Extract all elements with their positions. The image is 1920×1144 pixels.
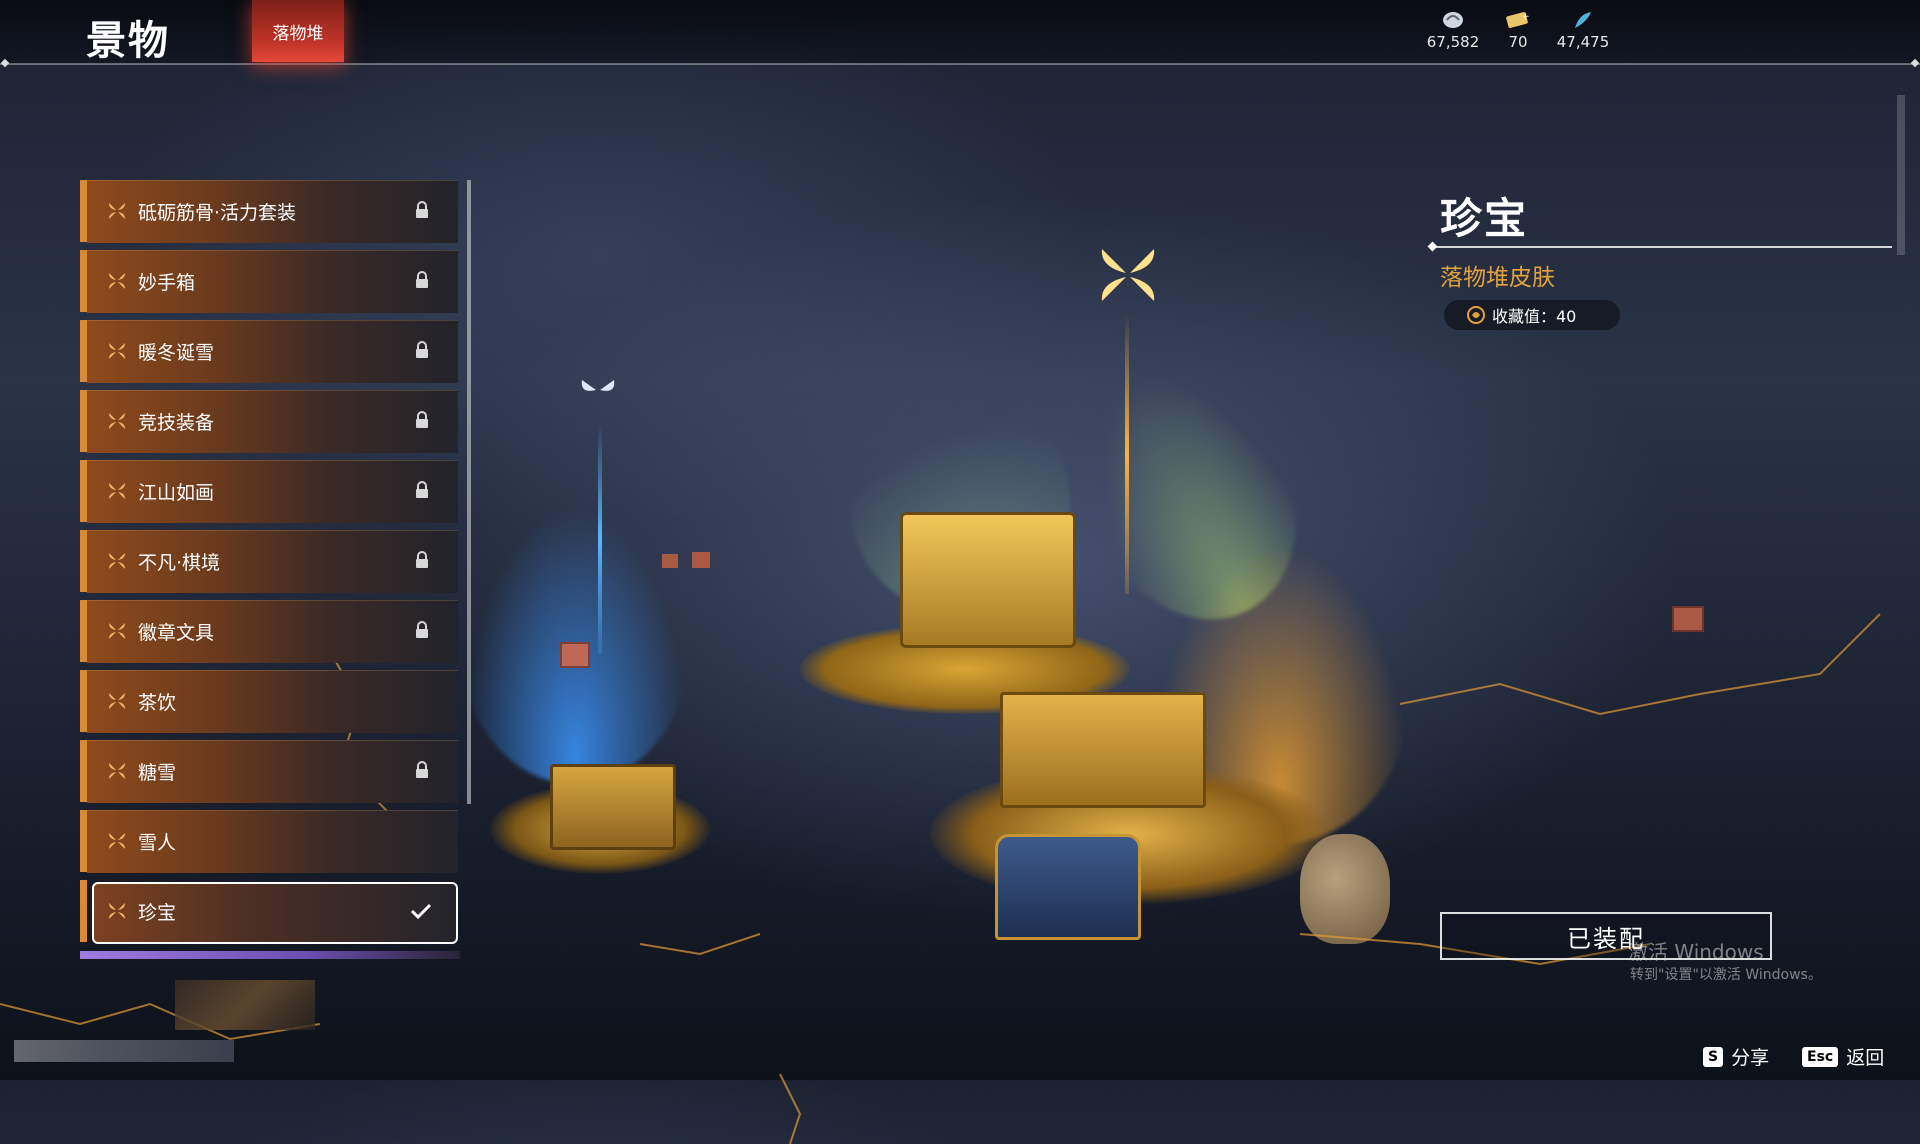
feather-currency-icon: [1575, 12, 1591, 28]
list-item-label: 妙手箱: [138, 272, 196, 294]
list-item-label: 砥砺筋骨·活力套装: [138, 202, 297, 224]
redacted-area: [14, 1040, 234, 1062]
list-item[interactable]: 糖雪: [80, 740, 458, 803]
list-item[interactable]: 暖冬诞雪: [80, 320, 458, 383]
list-item-label: 茶饮: [138, 692, 177, 714]
list-item[interactable]: 砥砺筋骨·活力套装: [80, 180, 458, 243]
share-label: 分享: [1731, 1047, 1770, 1069]
loot-pile-icon: [109, 553, 125, 569]
loot-pile-icon: [109, 343, 125, 359]
item-type: 落物堆皮肤: [1440, 265, 1555, 291]
loot-pile-icon: [109, 273, 125, 289]
list-item-accent: [80, 390, 87, 452]
back-label: 返回: [1846, 1047, 1885, 1069]
list-item[interactable]: 雪人: [80, 810, 458, 873]
list-item-accent: [80, 320, 87, 382]
currency-feather: 47,475: [1543, 10, 1623, 51]
list-item[interactable]: 江山如画: [80, 460, 458, 523]
tab-loot-pile[interactable]: 落物堆: [252, 0, 344, 62]
top-divider: [0, 63, 1920, 65]
lock-icon: [416, 481, 428, 498]
item-name: 珍宝: [1440, 194, 1529, 243]
loot-pile-icon: [109, 833, 125, 849]
list-item-label: 江山如画: [138, 482, 215, 504]
share-key: S: [1703, 1046, 1724, 1067]
currency-shell-value: 67,582: [1426, 33, 1480, 51]
next-list-item-peek: [80, 951, 460, 959]
list-item-accent: [80, 880, 87, 942]
list-item-accent: [80, 670, 87, 732]
lock-icon: [416, 621, 428, 638]
list-item-label: 暖冬诞雪: [138, 342, 215, 364]
lock-icon: [416, 551, 428, 568]
loot-pile-icon: [109, 203, 125, 219]
loot-pile-icon: [109, 483, 125, 499]
svg-text:+: +: [1522, 12, 1530, 22]
back-hint[interactable]: Esc 返回: [1802, 1043, 1884, 1070]
lock-icon: [416, 271, 428, 288]
right-scrollbar[interactable]: [1897, 95, 1905, 255]
check-icon: [410, 903, 432, 920]
list-item-accent: [80, 460, 87, 522]
list-item[interactable]: 珍宝: [80, 880, 458, 944]
list-item-label: 竞技装备: [138, 412, 215, 434]
loot-pile-icon: [109, 763, 125, 779]
loot-pile-icon: [109, 623, 125, 639]
list-item-label: 不凡·棋境: [138, 552, 221, 574]
list-item[interactable]: 徽章文具: [80, 600, 458, 663]
shell-currency-icon: [1443, 12, 1463, 28]
collection-value-badge: 收藏值：40: [1444, 300, 1620, 330]
golden-flower-icon: [1101, 249, 1155, 301]
skin-list: 砥砺筋骨·活力套装 妙手箱暖冬诞雪竞技装备江山如画不凡·棋境徽章文具茶饮糖雪雪人珍…: [80, 180, 460, 958]
list-item-accent: [80, 740, 87, 802]
share-hint[interactable]: S 分享: [1703, 1043, 1769, 1070]
loot-pile-icon: [109, 693, 125, 709]
list-item[interactable]: 竞技装备: [80, 390, 458, 453]
list-scrollbar[interactable]: [467, 180, 471, 804]
list-item-label: 糖雪: [138, 762, 177, 784]
list-item[interactable]: 茶饮: [80, 670, 458, 733]
list-item-accent: [80, 600, 87, 662]
lock-icon: [416, 201, 428, 218]
ticket-currency-icon: +: [1506, 12, 1530, 28]
list-item-accent: [80, 250, 87, 312]
redacted-area: [175, 980, 315, 1030]
list-item-accent: [80, 530, 87, 592]
list-item[interactable]: 妙手箱: [80, 250, 458, 313]
list-item-label: 徽章文具: [138, 622, 215, 644]
back-key: Esc: [1802, 1046, 1839, 1067]
collection-icon: [1467, 306, 1485, 324]
currency-ticket-value: 70: [1508, 33, 1528, 51]
loot-pile-icon: [109, 903, 125, 919]
lock-icon: [416, 411, 428, 428]
currency-feather-value: 47,475: [1556, 33, 1610, 51]
lock-icon: [416, 341, 428, 358]
list-item-accent: [80, 810, 87, 872]
list-item-label: 珍宝: [138, 902, 177, 924]
loot-pile-icon: [109, 413, 125, 429]
detail-divider: [1432, 246, 1892, 248]
collection-value: 收藏值：40: [1492, 307, 1577, 326]
list-item-label: 雪人: [138, 832, 177, 854]
lock-icon: [416, 761, 428, 778]
windows-activation-watermark: 激活 Windows: [1628, 940, 1764, 964]
list-item[interactable]: 不凡·棋境: [80, 530, 458, 593]
windows-activation-hint: 转到"设置"以激活 Windows。: [1630, 967, 1822, 983]
blue-flower-icon: [581, 380, 615, 391]
page-title: 景物: [86, 18, 170, 64]
list-item-accent: [80, 180, 87, 242]
